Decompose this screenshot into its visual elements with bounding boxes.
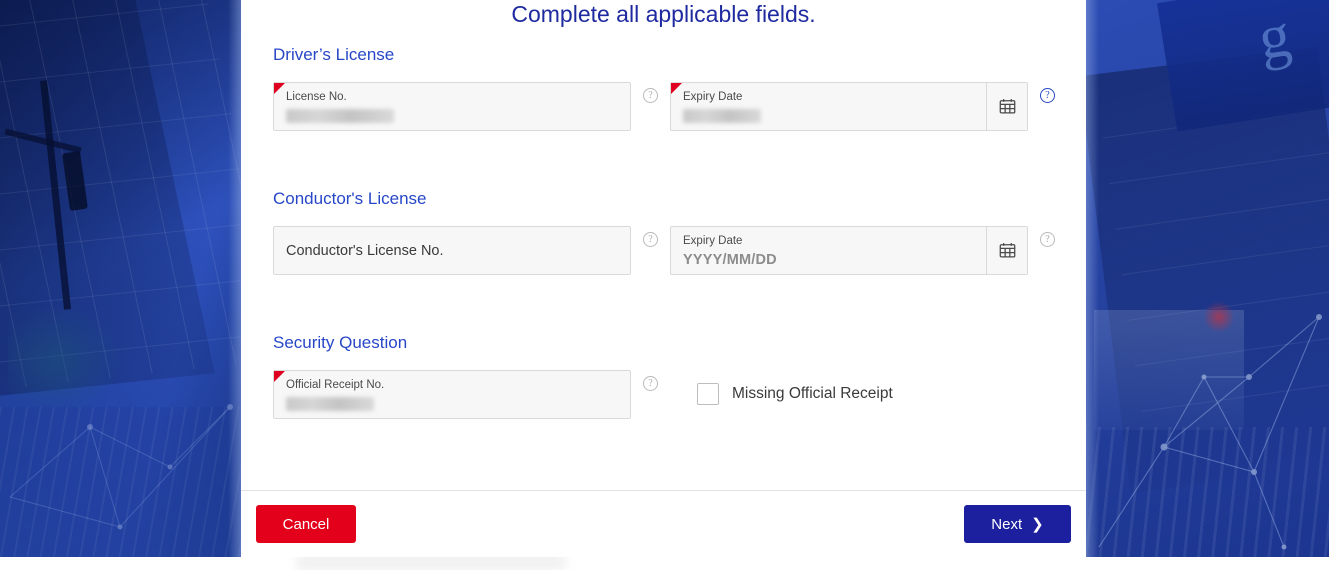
missing-official-receipt-label: Missing Official Receipt (732, 385, 893, 403)
form-card: Complete all applicable fields. Driver’s… (241, 0, 1086, 557)
calendar-icon[interactable] (986, 83, 1027, 130)
drivers-expiry-label: Expiry Date (683, 90, 974, 104)
drivers-license-row: License No. ████ ████ ████ ? Expiry Date… (273, 82, 1054, 131)
conductors-license-no-placeholder: Conductor's License No. (274, 227, 630, 276)
official-receipt-no-help-icon[interactable]: ? (643, 376, 658, 391)
conductors-license-no-help-icon[interactable]: ? (643, 232, 658, 247)
section-conductors-license: Conductor's License Conductor's License … (273, 188, 1054, 275)
next-button-label: Next (991, 516, 1022, 533)
calendar-icon[interactable] (986, 227, 1027, 274)
section-security-question: Security Question Official Receipt No. █… (273, 332, 1054, 419)
network-overlay-right (1084, 257, 1329, 557)
page-title: Complete all applicable fields. (241, 0, 1086, 28)
license-no-help-icon[interactable]: ? (643, 88, 658, 103)
conductors-expiry-date-input[interactable]: Expiry Date YYYY/MM/DD (670, 226, 1028, 275)
section-title-drivers-license: Driver’s License (273, 44, 1054, 66)
conductors-expiry-field-wrap: Expiry Date YYYY/MM/DD (670, 226, 1028, 275)
form-footer: Cancel Next ❯ (241, 491, 1086, 557)
chevron-right-icon: ❯ (1031, 517, 1044, 532)
drivers-expiry-field-wrap: Expiry Date ████████ (670, 82, 1028, 131)
section-title-conductors-license: Conductor's License (273, 188, 1054, 210)
conductors-license-no-input[interactable]: Conductor's License No. (273, 226, 631, 275)
network-overlay-left (0, 257, 242, 557)
drivers-expiry-value: ████████ (683, 109, 761, 123)
section-drivers-license: Driver’s License License No. ████ ████ █… (273, 44, 1054, 131)
missing-official-receipt-row[interactable]: Missing Official Receipt (697, 383, 893, 405)
conductors-expiry-value: YYYY/MM/DD (683, 250, 974, 270)
official-receipt-no-input[interactable]: Official Receipt No. █████████ (273, 370, 631, 419)
license-no-value: ████ ████ ████ (286, 109, 394, 123)
next-button[interactable]: Next ❯ (964, 505, 1071, 543)
drivers-expiry-help-icon[interactable]: ? (1040, 88, 1055, 103)
official-receipt-no-label: Official Receipt No. (286, 378, 618, 392)
missing-official-receipt-checkbox[interactable] (697, 383, 719, 405)
section-title-security-question: Security Question (273, 332, 1054, 354)
conductors-expiry-label: Expiry Date (683, 234, 974, 248)
security-question-row: Official Receipt No. █████████ ? Missing… (273, 370, 1054, 419)
conductors-license-no-field-wrap: Conductor's License No. (273, 226, 631, 275)
official-receipt-no-field-wrap: Official Receipt No. █████████ (273, 370, 631, 419)
license-no-input[interactable]: License No. ████ ████ ████ (273, 82, 631, 131)
required-marker-icon (274, 83, 285, 94)
required-marker-icon (671, 83, 682, 94)
cancel-button[interactable]: Cancel (256, 505, 356, 543)
official-receipt-no-value: █████████ (286, 397, 374, 411)
conductors-expiry-help-icon[interactable]: ? (1040, 232, 1055, 247)
drivers-expiry-date-input[interactable]: Expiry Date ████████ (670, 82, 1028, 131)
conductors-license-row: Conductor's License No. ? Expiry Date YY… (273, 226, 1054, 275)
license-no-field-wrap: License No. ████ ████ ████ (273, 82, 631, 131)
drivers-expiry-inner: Expiry Date ████████ (671, 83, 986, 130)
required-marker-icon (274, 371, 285, 382)
background-left-cityscape (0, 0, 242, 557)
right-edge-highlight (1085, 0, 1099, 557)
license-no-label: License No. (286, 90, 618, 104)
background-right-cityscape: g (1084, 0, 1329, 557)
conductors-expiry-inner: Expiry Date YYYY/MM/DD (671, 227, 986, 274)
